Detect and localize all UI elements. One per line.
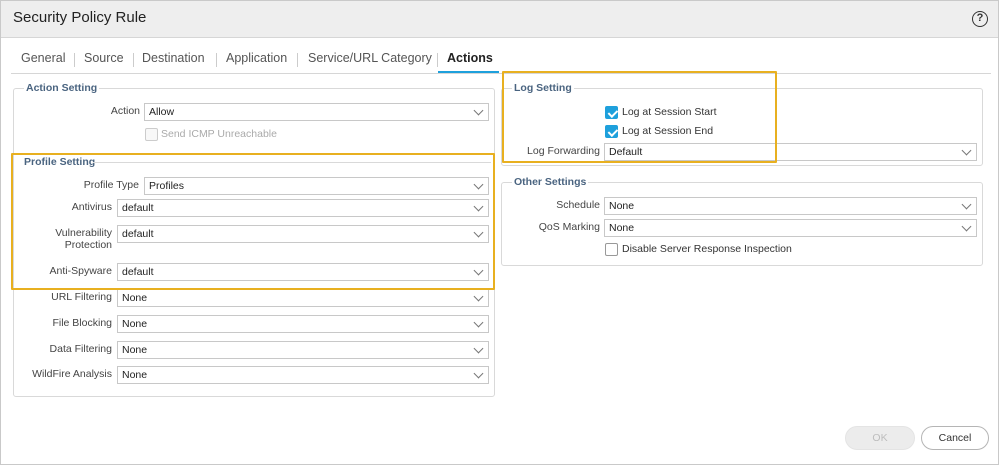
- log-forwarding-label: Log Forwarding: [527, 145, 600, 157]
- send-icmp-unreachable-label: Send ICMP Unreachable: [161, 128, 277, 140]
- send-icmp-unreachable-checkbox[interactable]: [145, 128, 158, 141]
- help-icon[interactable]: ?: [972, 11, 988, 27]
- chevron-down-icon: [473, 201, 484, 212]
- data-filtering-label: Data Filtering: [49, 343, 112, 355]
- log-forwarding-select[interactable]: Default: [604, 143, 977, 161]
- active-tab-indicator: [438, 71, 499, 73]
- vulnerability-protection-label: Vulnerability Protection: [55, 227, 112, 251]
- wildfire-analysis-select[interactable]: None: [117, 366, 489, 384]
- ok-button[interactable]: OK: [845, 426, 915, 450]
- qos-marking-select[interactable]: None: [604, 219, 977, 237]
- tab-general[interactable]: General: [21, 51, 65, 65]
- disable-server-response-inspection-checkbox[interactable]: [605, 243, 618, 256]
- log-session-start-label: Log at Session Start: [622, 106, 717, 118]
- tab-destination[interactable]: Destination: [142, 51, 205, 65]
- vulnerability-protection-value: default: [122, 228, 154, 240]
- profile-setting-divider: [93, 162, 491, 163]
- vulnerability-protection-select[interactable]: default: [117, 225, 489, 243]
- file-blocking-select[interactable]: None: [117, 315, 489, 333]
- cancel-button[interactable]: Cancel: [921, 426, 989, 450]
- tab-separator: [437, 53, 438, 67]
- disable-server-response-inspection-label: Disable Server Response Inspection: [622, 243, 792, 255]
- tab-application[interactable]: Application: [226, 51, 287, 65]
- schedule-label: Schedule: [556, 199, 600, 211]
- chevron-down-icon: [473, 317, 484, 328]
- chevron-down-icon: [473, 265, 484, 276]
- anti-spyware-value: default: [122, 266, 154, 278]
- antivirus-label: Antivirus: [71, 201, 112, 213]
- chevron-down-icon: [473, 368, 484, 379]
- data-filtering-value: None: [122, 344, 148, 356]
- log-forwarding-value: Default: [609, 146, 643, 158]
- chevron-down-icon: [473, 179, 484, 190]
- chevron-down-icon: [473, 291, 484, 302]
- url-filtering-label: URL Filtering: [51, 291, 112, 303]
- anti-spyware-select[interactable]: default: [117, 263, 489, 281]
- file-blocking-label: File Blocking: [52, 317, 112, 329]
- action-label: Action: [110, 105, 140, 117]
- chevron-down-icon: [473, 343, 484, 354]
- antivirus-select[interactable]: default: [117, 199, 489, 217]
- anti-spyware-label: Anti-Spyware: [49, 265, 112, 277]
- profile-type-label: Profile Type: [83, 179, 139, 191]
- chevron-down-icon: [961, 221, 972, 232]
- wildfire-analysis-value: None: [122, 369, 148, 381]
- profile-type-value: Profiles: [149, 180, 185, 192]
- file-blocking-value: None: [122, 318, 148, 330]
- chevron-down-icon: [473, 105, 484, 116]
- antivirus-value: default: [122, 202, 154, 214]
- dialog-title: Security Policy Rule: [13, 9, 147, 26]
- action-select[interactable]: Allow: [144, 103, 489, 121]
- log-session-end-label: Log at Session End: [622, 125, 714, 137]
- profile-setting-legend: Profile Setting: [22, 156, 98, 168]
- tab-actions[interactable]: Actions: [447, 51, 493, 65]
- qos-marking-label: QoS Marking: [538, 221, 600, 233]
- tab-source[interactable]: Source: [84, 51, 124, 65]
- action-select-value: Allow: [149, 106, 175, 118]
- action-setting-legend: Action Setting: [24, 82, 100, 94]
- schedule-value: None: [609, 200, 635, 212]
- chevron-down-icon: [961, 199, 972, 210]
- tab-separator: [133, 53, 134, 67]
- schedule-select[interactable]: None: [604, 197, 977, 215]
- chevron-down-icon: [473, 227, 484, 238]
- other-settings-legend: Other Settings: [512, 176, 589, 188]
- url-filtering-value: None: [122, 292, 148, 304]
- tab-separator: [297, 53, 298, 67]
- dialog-titlebar: Security Policy Rule ?: [1, 1, 998, 38]
- tab-bar: General Source Destination Application S…: [11, 47, 991, 74]
- tab-separator: [74, 53, 75, 67]
- qos-marking-value: None: [609, 222, 635, 234]
- log-setting-legend: Log Setting: [512, 82, 574, 94]
- tab-separator: [216, 53, 217, 67]
- data-filtering-select[interactable]: None: [117, 341, 489, 359]
- url-filtering-select[interactable]: None: [117, 289, 489, 307]
- security-policy-rule-dialog: Security Policy Rule ? General Source De…: [0, 0, 999, 465]
- log-session-end-checkbox[interactable]: [605, 125, 618, 138]
- chevron-down-icon: [961, 145, 972, 156]
- tab-service-url-category[interactable]: Service/URL Category: [308, 51, 432, 65]
- profile-type-select[interactable]: Profiles: [144, 177, 489, 195]
- log-session-start-checkbox[interactable]: [605, 106, 618, 119]
- wildfire-analysis-label: WildFire Analysis: [32, 368, 112, 380]
